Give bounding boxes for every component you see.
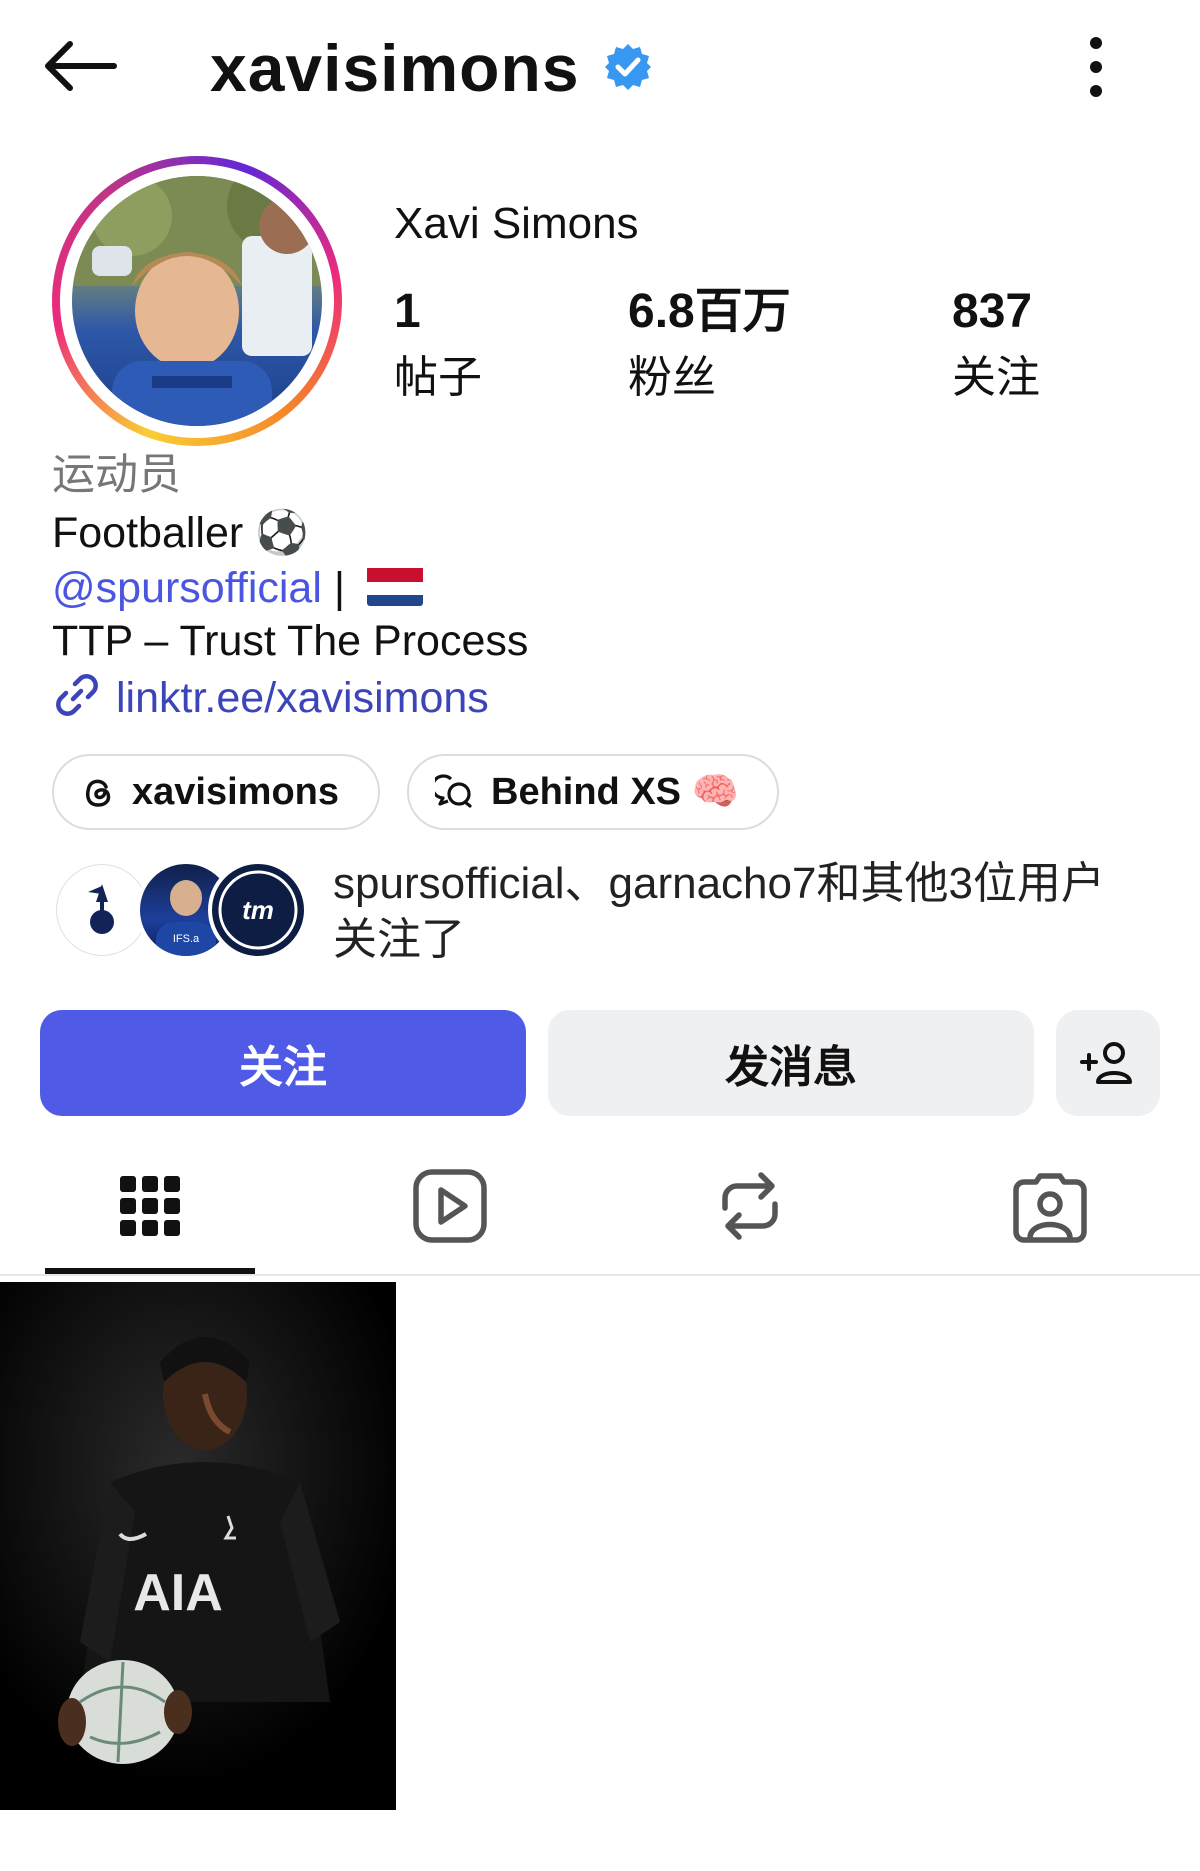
posts-count[interactable]: 1 xyxy=(394,282,421,342)
link-text: linktr.ee/xavisimons xyxy=(116,674,489,722)
threads-chip[interactable]: xavisimons xyxy=(52,754,380,830)
followers-label: 粉丝 xyxy=(628,353,716,402)
jersey-sponsor-text: AIA xyxy=(133,1564,223,1622)
avatar-border xyxy=(60,164,334,438)
netherlands-flag-icon xyxy=(366,566,423,606)
posts-label: 帖子 xyxy=(394,353,482,402)
username-title: xavisimons xyxy=(210,31,580,105)
tab-tagged[interactable] xyxy=(900,1146,1200,1266)
verified-badge-icon xyxy=(603,42,653,92)
tab-reels[interactable] xyxy=(300,1146,600,1266)
story-ring[interactable] xyxy=(52,156,342,446)
more-options-button[interactable] xyxy=(1072,34,1120,100)
add-user-icon xyxy=(1080,1042,1132,1084)
bio-mention-row: @spursofficial | xyxy=(52,560,423,616)
profile-category: 运动员 xyxy=(52,451,181,499)
more-vertical-icon xyxy=(1090,37,1102,97)
post-thumbnail[interactable]: AIA xyxy=(0,1282,396,1810)
bio-line: TTP – Trust The Process xyxy=(52,617,529,665)
mutual-followers-avatars[interactable]: IFS.a tm xyxy=(52,860,308,960)
chip-label: xavisimons xyxy=(132,770,339,813)
tab-posts-grid[interactable] xyxy=(0,1146,300,1266)
followed-by-text[interactable]: spursofficial、garnacho7和其他3位用户关注了 xyxy=(333,856,1133,968)
chip-label: Behind XS 🧠 xyxy=(491,771,739,813)
bio-separator: | xyxy=(321,564,357,612)
chat-bubbles-icon xyxy=(435,774,472,808)
tab-reposts[interactable] xyxy=(600,1146,900,1266)
following-label: 关注 xyxy=(952,353,1040,402)
external-link[interactable]: linktr.ee/xavisimons xyxy=(52,670,489,726)
mention-link[interactable]: @spursofficial xyxy=(52,564,322,612)
following-count[interactable]: 837 xyxy=(952,282,1032,342)
tagged-icon xyxy=(1013,1173,1087,1243)
threads-icon xyxy=(85,779,111,807)
link-icon xyxy=(52,670,102,720)
grid-icon xyxy=(120,1176,180,1236)
channel-chip[interactable]: Behind XS 🧠 xyxy=(407,754,779,830)
follow-button[interactable]: 关注 xyxy=(40,1010,526,1116)
jersey-sponsor-text: IFS.a xyxy=(173,933,200,945)
suggested-users-button[interactable] xyxy=(1056,1010,1160,1116)
followers-count[interactable]: 6.8百万 xyxy=(628,282,791,342)
display-name: Xavi Simons xyxy=(394,199,639,248)
reels-icon xyxy=(413,1169,487,1243)
back-button[interactable] xyxy=(40,38,120,94)
arrow-left-icon xyxy=(45,41,117,91)
transfermarkt-logo-text: tm xyxy=(242,895,274,925)
message-button[interactable]: 发消息 xyxy=(548,1010,1034,1116)
avatar xyxy=(72,176,322,426)
mutual-follower-avatar: tm xyxy=(208,860,308,960)
bio-line: Footballer ⚽ xyxy=(52,509,309,557)
repost-icon xyxy=(722,1172,778,1240)
tab-divider xyxy=(0,1274,1200,1276)
